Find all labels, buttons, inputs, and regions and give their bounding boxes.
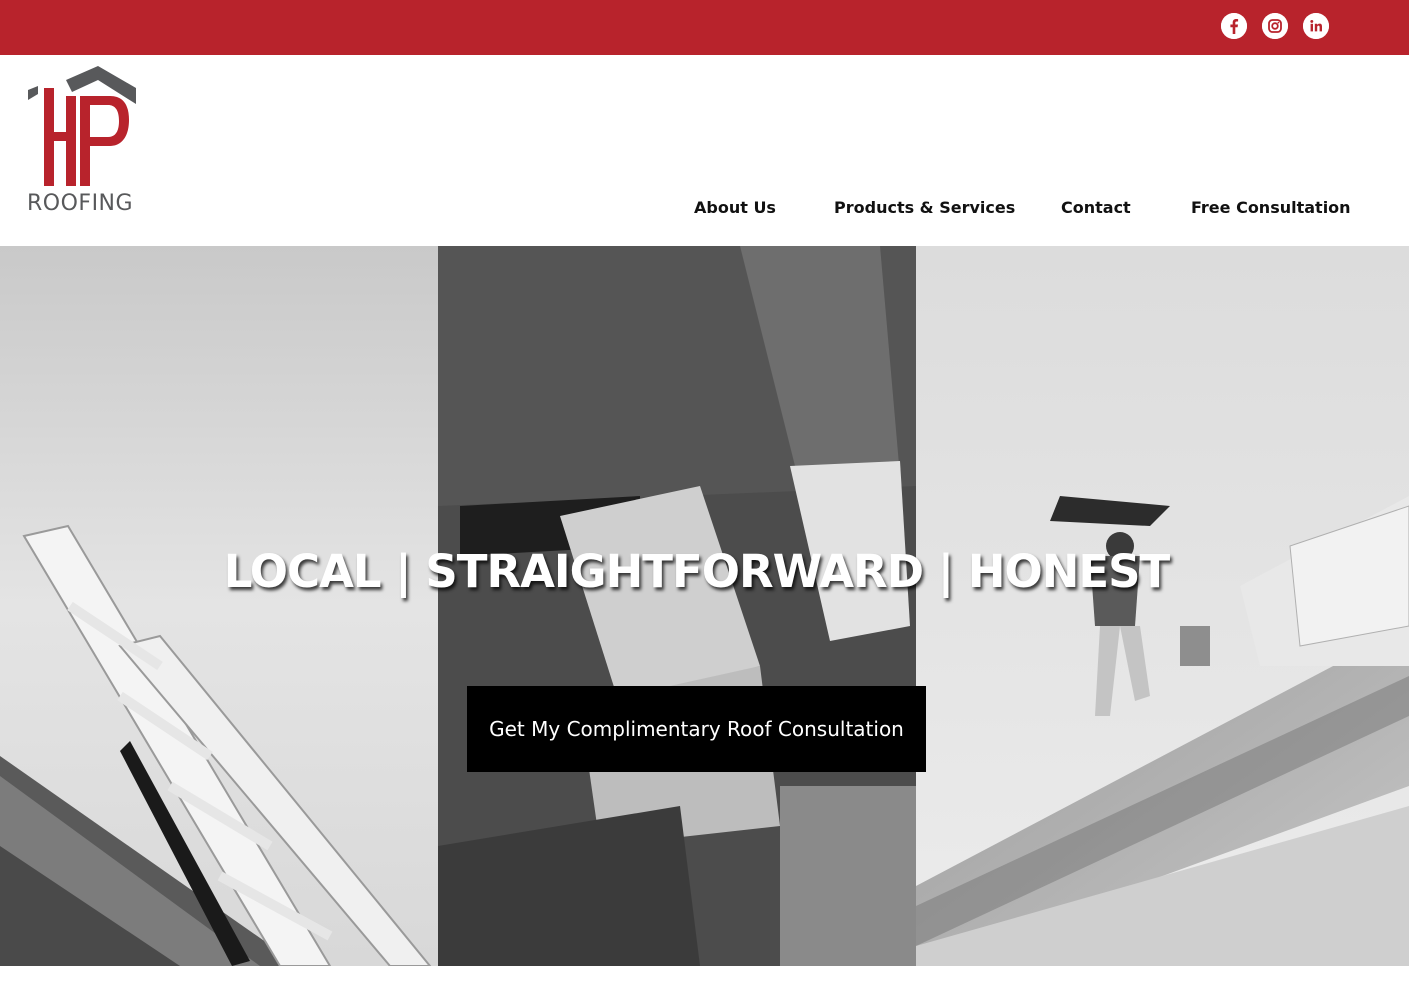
logo-wordmark: ROOFING xyxy=(27,191,134,216)
complimentary-consultation-button[interactable]: Get My Complimentary Roof Consultation xyxy=(467,686,926,772)
site-header: ROOFING About Us Products & Services Con… xyxy=(0,55,1409,246)
hero-background-image xyxy=(0,246,1409,966)
nav-contact[interactable]: Contact xyxy=(1061,198,1131,217)
top-bar xyxy=(0,0,1409,55)
linkedin-icon[interactable] xyxy=(1303,13,1329,39)
instagram-icon[interactable] xyxy=(1262,13,1288,39)
nav-products-services[interactable]: Products & Services xyxy=(834,198,1015,217)
nav-about-us[interactable]: About Us xyxy=(694,198,776,217)
hero-headline: LOCAL | STRAIGHTFORWARD | HONEST xyxy=(223,545,1171,598)
hero-section: LOCAL | STRAIGHTFORWARD | HONEST Get My … xyxy=(0,246,1409,966)
nav-free-consultation[interactable]: Free Consultation xyxy=(1191,198,1351,217)
page-bottom-strip xyxy=(0,966,1409,1006)
facebook-icon[interactable] xyxy=(1221,13,1247,39)
